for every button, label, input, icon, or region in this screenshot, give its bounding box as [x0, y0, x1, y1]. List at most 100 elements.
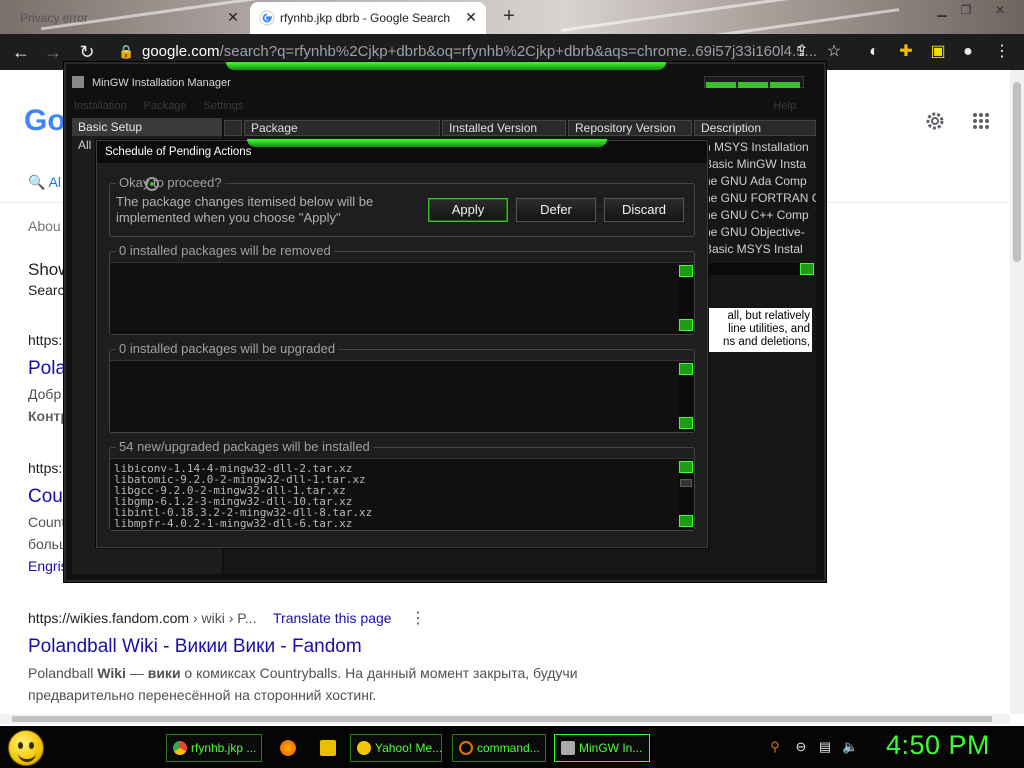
scroll-thumb[interactable]	[680, 479, 692, 487]
close-window-button[interactable]: ✕	[990, 2, 1010, 18]
start-smiley-icon[interactable]	[8, 730, 44, 766]
result-2-cite[interactable]: https:	[28, 460, 62, 476]
vertical-scrollbar[interactable]	[1010, 70, 1024, 714]
column-description[interactable]: Description	[694, 120, 816, 136]
search-all-tab[interactable]: 🔍 Al	[28, 174, 61, 191]
install-list-scrollbar[interactable]	[679, 461, 693, 529]
status-tray-icon[interactable]: ⊖	[794, 740, 808, 754]
package-list-hscroll[interactable]	[708, 263, 814, 275]
result-1-cite[interactable]: https:	[28, 332, 62, 348]
package-description: Basic MSYS Instal	[704, 242, 803, 256]
avatar-icon[interactable]: ●	[958, 42, 978, 62]
search-instead[interactable]: Searc	[28, 282, 65, 298]
network-icon[interactable]: ▤	[818, 740, 832, 754]
mingw-window-controls[interactable]	[704, 76, 804, 88]
scroll-up-arrow[interactable]	[679, 265, 693, 277]
result-3-path: › wiki › P...	[189, 610, 257, 626]
upgrade-list-scrollbar[interactable]	[679, 363, 693, 431]
task-chrome[interactable]: rfynhb.jkp ...	[166, 734, 262, 762]
upgrade-group: 0 installed packages will be upgraded	[109, 341, 695, 433]
upgrade-list[interactable]	[110, 360, 694, 432]
scroll-right-arrow[interactable]	[800, 263, 814, 275]
settings-gear-icon[interactable]	[924, 110, 946, 132]
description-line: ns and deletions,	[723, 336, 810, 348]
task-command-prompt[interactable]: command...	[452, 734, 546, 762]
package-item[interactable]: libmpfr-4.0.2-1-mingw32-dll-6.tar.xz	[114, 518, 352, 529]
install-group-title: 54 new/upgraded packages will be install…	[116, 439, 373, 454]
kebab-menu-icon[interactable]: ⋮	[992, 42, 1012, 62]
package-description: n MSYS Installation	[704, 140, 809, 154]
scroll-up-arrow[interactable]	[679, 363, 693, 375]
more-options-icon[interactable]: ⋮	[410, 608, 426, 628]
share-icon[interactable]: ⇪	[792, 42, 812, 62]
bookmark-star-icon[interactable]: ☆	[824, 42, 844, 62]
result-3-cite[interactable]: https://wikies.fandom.com › wiki › P...	[28, 610, 256, 626]
search-tray-icon[interactable]: ⚲	[768, 740, 782, 754]
remove-list[interactable]	[110, 262, 694, 334]
result-3-title[interactable]: Polandball Wiki - Викии Вики - Fandom	[28, 636, 362, 658]
new-tab-button[interactable]: +	[498, 5, 520, 28]
column-installed-version[interactable]: Installed Version	[442, 120, 566, 136]
scroll-down-arrow[interactable]	[679, 417, 693, 429]
side-panel-icon[interactable]: ▣	[928, 42, 948, 62]
scroll-thumb[interactable]	[12, 716, 992, 722]
scroll-up-arrow[interactable]	[679, 461, 693, 473]
restore-button[interactable]: ❐	[956, 2, 976, 18]
yahoo-smiley-icon	[357, 741, 371, 755]
result-2-title[interactable]: Cou	[28, 486, 63, 508]
remove-group: 0 installed packages will be removed	[109, 243, 695, 335]
result-2-link[interactable]: Engris	[28, 558, 68, 574]
confirm-message: The package changes itemised below will …	[116, 194, 374, 225]
menu-package[interactable]: Package	[144, 100, 187, 112]
package-column-headers: Package Installed Version Repository Ver…	[224, 120, 816, 136]
tab-privacy-error[interactable]: Privacy error ✕	[8, 2, 248, 34]
package-description: he GNU C++ Comp	[704, 208, 809, 222]
file-explorer-icon[interactable]	[320, 740, 336, 756]
column-package[interactable]: Package	[244, 120, 440, 136]
install-group: 54 new/upgraded packages will be install…	[109, 439, 695, 531]
mingw-window-title: MinGW Installation Manager	[72, 76, 231, 89]
google-logo[interactable]: Go	[24, 104, 66, 138]
translate-link[interactable]: Translate this page	[273, 610, 392, 626]
column-checkbox[interactable]	[224, 120, 242, 136]
package-description: he GNU FORTRAN C	[704, 191, 816, 205]
menu-settings[interactable]: Settings	[204, 100, 244, 112]
scroll-thumb[interactable]	[1013, 82, 1021, 262]
apps-grid-icon[interactable]	[972, 112, 990, 130]
snippet-text: о комиксах Countryballs. На данный момен…	[180, 665, 578, 681]
task-mingw[interactable]: MinGW In...	[554, 734, 650, 762]
close-tab-icon[interactable]: ✕	[464, 10, 478, 24]
menu-help[interactable]: Help	[773, 100, 796, 112]
profile-flag-icon[interactable]: ◐	[864, 42, 884, 62]
mingw-app-icon	[72, 76, 84, 88]
task-label: Yahoo! Me...	[375, 741, 442, 755]
extensions-puzzle-icon[interactable]: ✚	[896, 42, 916, 62]
snippet-bold: вики	[147, 665, 181, 681]
remove-list-scrollbar[interactable]	[679, 265, 693, 333]
reload-icon[interactable]: ↻	[76, 41, 98, 63]
close-tab-icon[interactable]: ✕	[226, 10, 240, 24]
task-yahoo-messenger[interactable]: Yahoo! Me...	[350, 734, 442, 762]
search-icon: 🔍	[28, 174, 46, 190]
volume-icon[interactable]: 🔈	[842, 740, 858, 754]
defer-button[interactable]: Defer	[516, 198, 596, 222]
discard-button[interactable]: Discard	[604, 198, 684, 222]
menu-installation[interactable]: Installation	[74, 100, 127, 112]
category-basic-setup[interactable]: Basic Setup	[72, 118, 222, 136]
scroll-down-arrow[interactable]	[679, 515, 693, 527]
category-all-packages[interactable]: All	[78, 138, 91, 152]
apply-button[interactable]: Apply	[428, 198, 508, 222]
result-3-host: https://wikies.fandom.com	[28, 610, 190, 626]
taskbar-clock[interactable]: 4:50 PM	[886, 730, 990, 761]
firefox-icon[interactable]	[280, 740, 296, 756]
back-arrow-icon[interactable]: ←	[10, 41, 32, 63]
scroll-down-arrow[interactable]	[679, 319, 693, 331]
horizontal-scrollbar[interactable]	[0, 714, 1010, 724]
remove-group-title: 0 installed packages will be removed	[116, 243, 334, 258]
minimize-button[interactable]: ▁	[932, 2, 952, 18]
wallpaper-streak	[561, 0, 859, 32]
column-repository-version[interactable]: Repository Version	[568, 120, 692, 136]
tab-google-search[interactable]: rfynhb.jkp dbrb - Google Search ✕	[250, 2, 486, 34]
install-list[interactable]: libiconv-1.14-4-mingw32-dll-2.tar.xz lib…	[110, 458, 694, 530]
forward-arrow-icon[interactable]: →	[42, 41, 64, 63]
